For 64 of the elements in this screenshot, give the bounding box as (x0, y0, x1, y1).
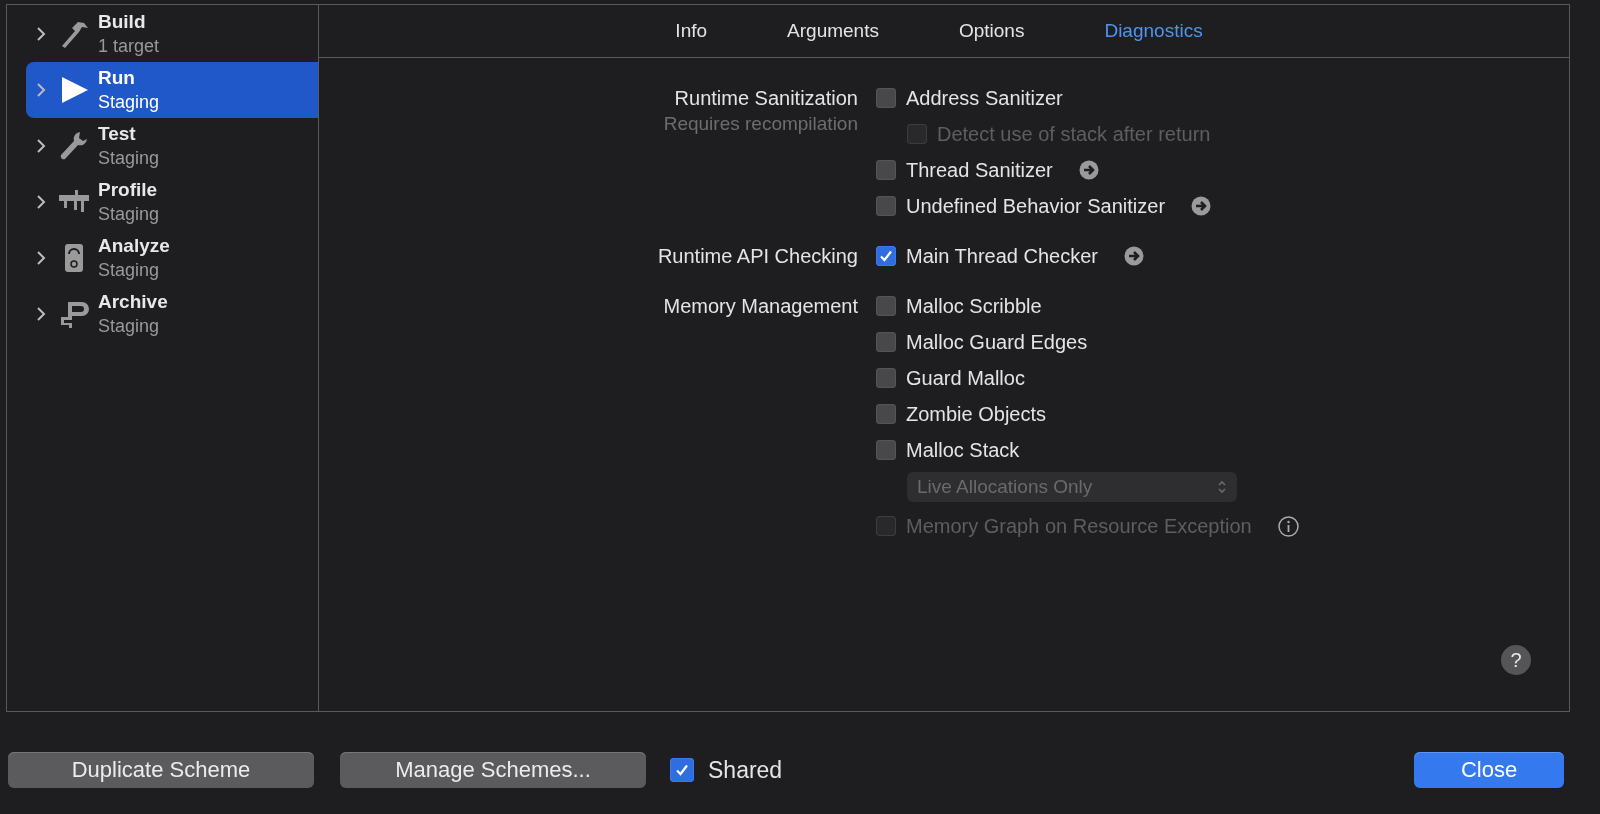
option-label: Address Sanitizer (906, 86, 1063, 110)
checkbox[interactable] (876, 160, 896, 180)
action-title: Archive (98, 289, 168, 314)
checkbox[interactable] (876, 440, 896, 460)
checkbox[interactable] (876, 368, 896, 388)
scheme-action-item[interactable]: Analyze Staging (26, 230, 318, 286)
checkmark-icon (675, 763, 689, 777)
option-label: Malloc Scribble (906, 294, 1042, 318)
chevron-icon[interactable] (36, 250, 46, 266)
option-label: Main Thread Checker (906, 244, 1098, 268)
action-subtitle: Staging (98, 146, 160, 170)
action-subtitle: Staging (98, 314, 161, 338)
section-label: Runtime Sanitization (674, 86, 858, 111)
option-label: Memory Graph on Resource Exception (906, 514, 1252, 538)
option-label: Detect use of stack after return (937, 122, 1211, 146)
chevron-icon[interactable] (36, 26, 46, 42)
tab[interactable]: Diagnostics (1094, 16, 1213, 46)
action-subtitle: 1 target (98, 34, 160, 58)
wrench-icon (58, 130, 90, 162)
action-subtitle: Staging (98, 90, 160, 114)
checkbox[interactable] (876, 196, 896, 216)
tab[interactable]: Info (665, 16, 718, 46)
checkbox[interactable] (876, 332, 896, 352)
chevron-icon[interactable] (36, 138, 46, 154)
checkbox[interactable] (876, 404, 896, 424)
action-subtitle: Staging (98, 202, 160, 226)
action-title: Run (98, 65, 136, 90)
shared-label: Shared (708, 756, 783, 784)
scheme-action-item[interactable]: Archive Staging (26, 286, 318, 342)
arrow-circle-icon[interactable] (1191, 196, 1212, 216)
action-title: Profile (98, 177, 159, 202)
close-button[interactable]: Close (1414, 752, 1564, 788)
section-label: Runtime API Checking (657, 244, 858, 269)
option-label: Malloc Guard Edges (906, 330, 1088, 354)
checkbox[interactable] (876, 246, 896, 266)
help-button[interactable]: ? (1501, 645, 1531, 675)
action-title: Build (98, 9, 147, 34)
arrow-circle-icon[interactable] (1123, 246, 1144, 266)
updown-chevron-icon (1217, 479, 1227, 495)
checkbox[interactable] (876, 88, 896, 108)
option-label: Zombie Objects (906, 402, 1047, 426)
action-subtitle: Staging (98, 258, 161, 282)
footer-button[interactable]: Duplicate Scheme (8, 752, 314, 788)
checkbox[interactable] (876, 296, 896, 316)
option-label: Thread Sanitizer (906, 158, 1053, 182)
chevron-icon[interactable] (36, 194, 46, 210)
option-label: Guard Malloc (906, 366, 1025, 390)
scheme-action-item[interactable]: Build 1 target (26, 6, 318, 62)
scheme-action-item[interactable]: Profile Staging (26, 174, 318, 230)
scheme-action-item[interactable]: Test Staging (26, 118, 318, 174)
section-note: Requires recompilation (663, 113, 858, 135)
footer-button[interactable]: Manage Schemes... (340, 752, 646, 788)
arrow-circle-icon[interactable] (1078, 160, 1099, 180)
chevron-icon[interactable] (36, 306, 46, 322)
action-title: Test (98, 121, 137, 146)
option-label: Undefined Behavior Sanitizer (906, 194, 1166, 218)
checkbox[interactable] (670, 758, 694, 782)
checkmark-icon (879, 249, 893, 263)
option-label: Malloc Stack (906, 438, 1020, 462)
action-title: Analyze (98, 233, 170, 258)
tab[interactable]: Arguments (777, 16, 889, 46)
section-label: Memory Management (663, 294, 858, 319)
tab[interactable]: Options (948, 16, 1035, 46)
scheme-action-item[interactable]: Run Staging (26, 62, 318, 118)
